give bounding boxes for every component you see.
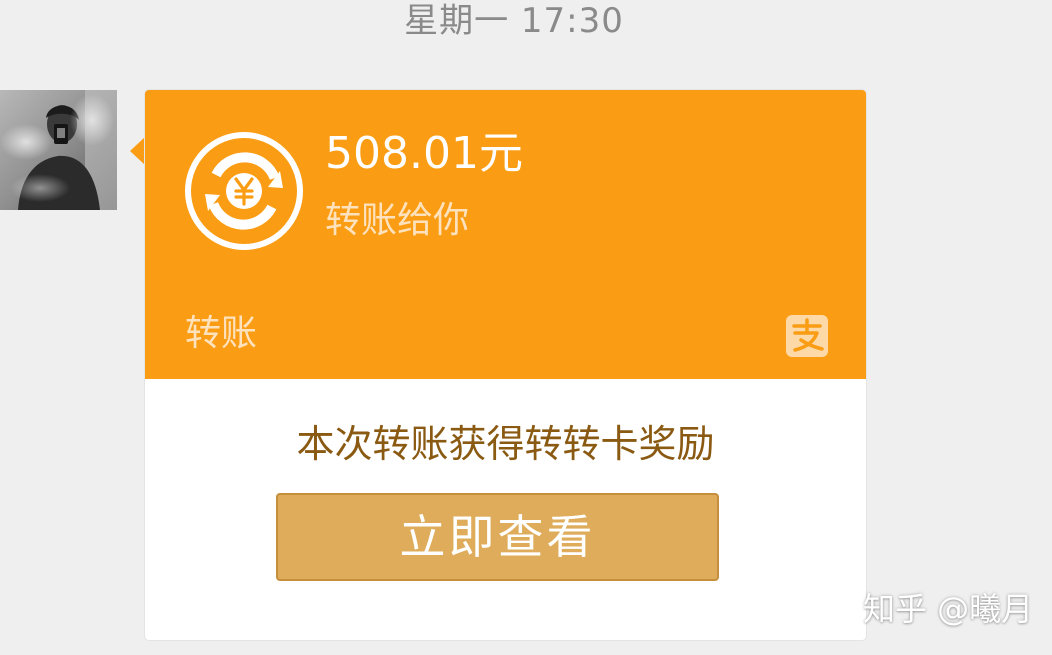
- sender-avatar[interactable]: [0, 90, 117, 210]
- reward-message: 本次转账获得转转卡奖励: [296, 422, 715, 466]
- transfer-card[interactable]: 508.01元 转账给你 转账 本次转账获得转转卡奖励 立即查看: [145, 90, 866, 640]
- bubble-arrow: [130, 137, 145, 165]
- transfer-subtitle: 转账给你: [325, 200, 470, 241]
- transfer-amount: 508.01元: [325, 128, 523, 179]
- transfer-yuan-icon: [184, 131, 304, 251]
- message-timestamp: 星期一 17:30: [404, 1, 624, 41]
- transfer-card-header[interactable]: 508.01元 转账给你 转账: [145, 90, 866, 379]
- alipay-icon: [786, 315, 828, 357]
- view-now-button[interactable]: 立即查看: [276, 493, 719, 581]
- avatar-photo: [0, 90, 117, 210]
- watermark: 知乎 @曦月: [863, 590, 1034, 628]
- transfer-type-label: 转账: [185, 313, 258, 354]
